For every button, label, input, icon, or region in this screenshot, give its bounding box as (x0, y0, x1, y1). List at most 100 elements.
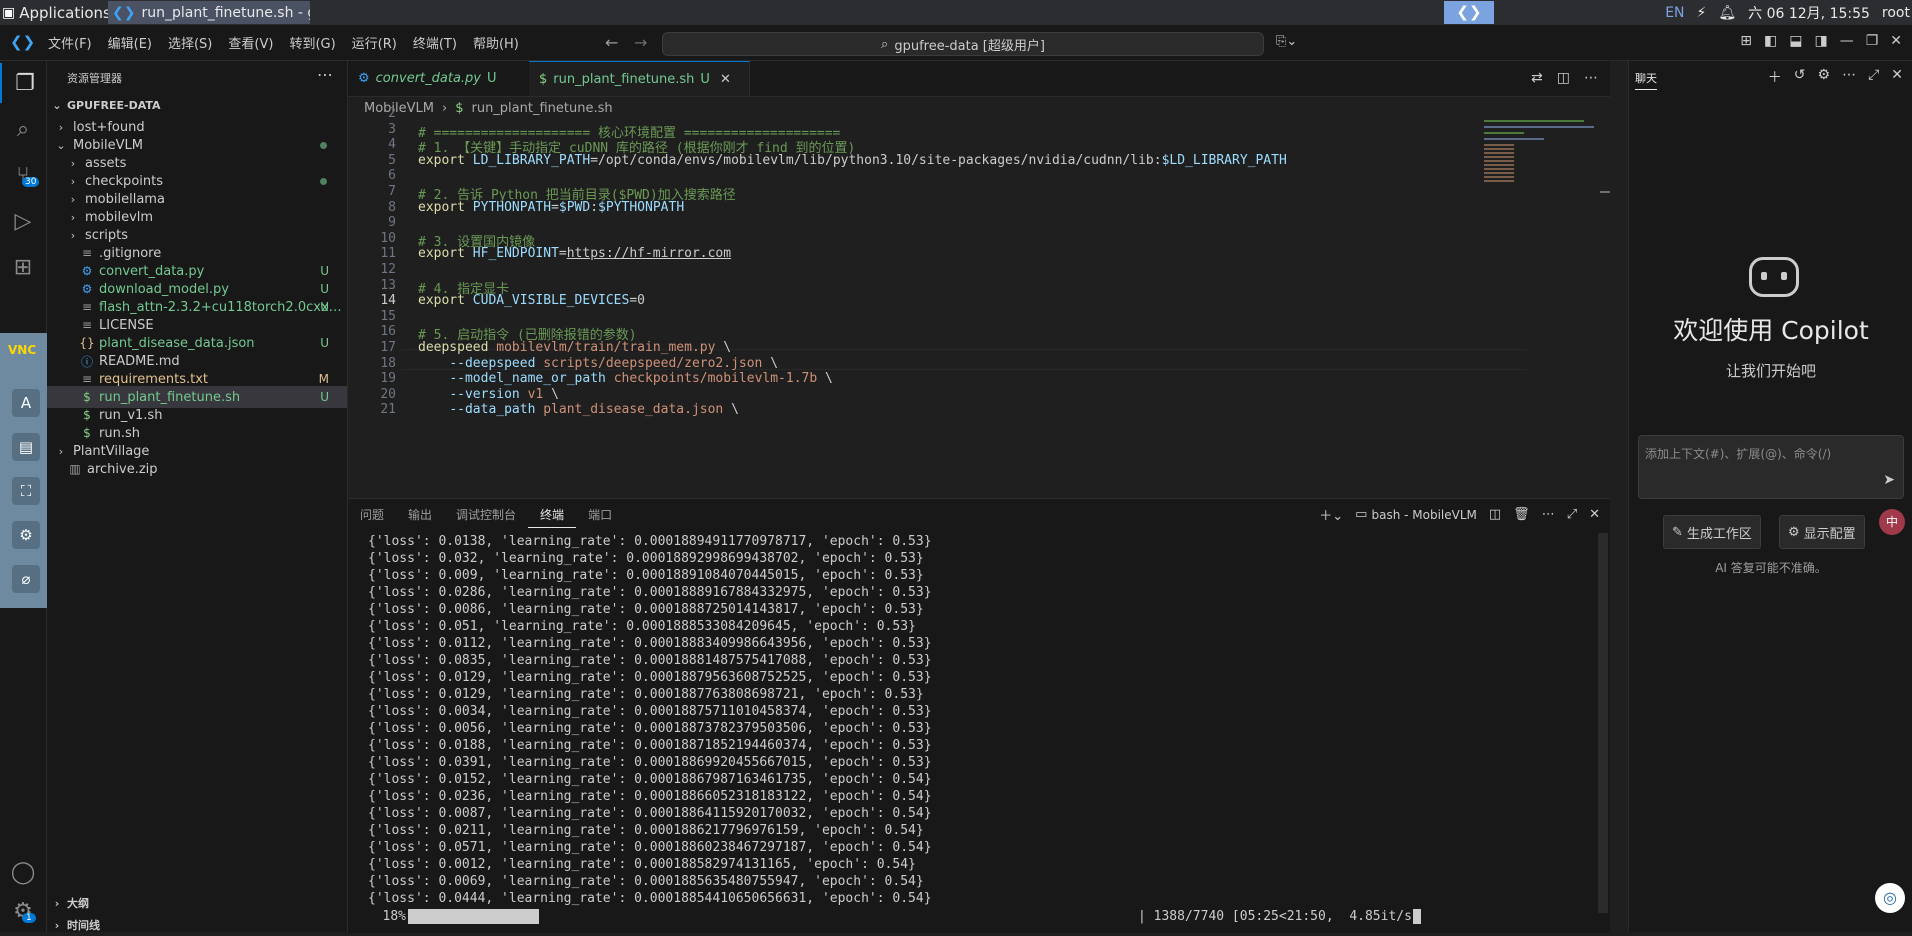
chevron-right-icon: › (70, 210, 76, 224)
minimap[interactable] (1482, 118, 1598, 218)
vscode-icon: ❮❯ (112, 4, 136, 21)
generate-workspace-button[interactable]: ✎ 生成工作区 (1663, 515, 1761, 549)
menu-item[interactable]: 文件(F) (40, 33, 100, 52)
menu-item[interactable]: 查看(V) (220, 33, 281, 52)
tab-label: run_plant_finetune.sh (553, 71, 695, 87)
taskbar-window-vscode[interactable]: ❮❯ run_plant_finetune.sh - g… (108, 1, 310, 24)
tree-item-label: lost+found (73, 119, 145, 135)
power-icon[interactable]: ⚡ (1697, 5, 1707, 21)
layout-customize-icon[interactable]: ⊞ (1740, 33, 1752, 49)
menu-item[interactable]: 编辑(E) (100, 33, 160, 52)
vnc-keyboard-icon[interactable]: A (12, 389, 40, 417)
terminal-selector[interactable]: ▭ bash - MobileVLM (1355, 507, 1477, 522)
toggle-panel-icon[interactable]: ⬓ (1789, 33, 1802, 49)
progress-percent: 18% (382, 909, 406, 924)
panel-more-icon[interactable]: ⋯ (1542, 507, 1555, 522)
tree-item-label: MobileVLM (73, 137, 143, 153)
editor-more-icon[interactable]: ⋯ (1584, 70, 1598, 86)
maximize-icon[interactable]: ⤢ (1868, 67, 1879, 87)
toggle-sidebar-icon[interactable]: ◧ (1764, 33, 1777, 49)
panel-tab[interactable]: 问题 (348, 506, 396, 523)
forward-arrow-icon[interactable]: → (634, 33, 647, 52)
code-token: \ (543, 386, 559, 402)
code-token: --data_path (449, 402, 536, 418)
menu-item[interactable]: 帮助(H) (465, 33, 527, 52)
terminal-scrollbar[interactable] (1598, 533, 1608, 913)
code-token: https://hf-mirror.com (566, 246, 732, 262)
close-tab-icon[interactable]: ✕ (720, 72, 731, 87)
vnc-clipboard-icon[interactable]: ▤ (12, 433, 40, 461)
taskbar-active-indicator[interactable]: ❮❯ (1444, 1, 1494, 24)
outline-section[interactable]: › 大纲 (47, 892, 347, 914)
account-icon[interactable]: ◯ (0, 852, 46, 892)
close-panel-icon[interactable]: ✕ (1589, 507, 1600, 522)
more-actions-icon[interactable]: ⋯ (317, 65, 333, 84)
close-icon[interactable]: ✕ (1891, 67, 1903, 87)
assistant-bubble-icon[interactable]: ◎ (1875, 883, 1905, 913)
command-center-search[interactable]: ⌕ gpufree-data [超级用户] (662, 32, 1264, 56)
file-icon: ⚙ (81, 282, 93, 296)
toggle-secondary-sidebar-icon[interactable]: ◨ (1814, 33, 1827, 49)
search-icon[interactable]: ⌕ (0, 109, 46, 149)
applications-menu[interactable]: ▣ Applications (0, 0, 111, 25)
split-editor-icon[interactable]: ◫ (1557, 70, 1570, 86)
kill-terminal-icon[interactable]: 🗑︎ (1513, 507, 1530, 522)
back-arrow-icon[interactable]: ← (605, 33, 618, 52)
chat-more-icon[interactable]: ⋯ (1842, 67, 1856, 87)
menu-item[interactable]: 选择(S) (160, 33, 220, 52)
minimize-icon[interactable]: — (1840, 33, 1854, 49)
timeline-section[interactable]: › 时间线 (47, 914, 347, 936)
run-debug-icon[interactable]: ▷ (0, 201, 46, 241)
new-terminal-icon[interactable]: ＋⌄ (1319, 505, 1343, 524)
user-name[interactable]: root (1882, 5, 1910, 21)
vnc-settings-icon[interactable]: ⚙ (12, 521, 40, 549)
new-chat-icon[interactable]: ＋ (1768, 67, 1782, 87)
menu-item[interactable]: 转到(G) (281, 33, 343, 52)
code-token: = (558, 246, 567, 262)
panel-tab[interactable]: 端口 (576, 506, 624, 523)
panel-tab[interactable]: 调试控制台 (444, 506, 528, 523)
terminal-line: {'loss': 0.0236, 'learning_rate': 0.0001… (368, 789, 932, 804)
panel-tab[interactable]: 终端 (528, 506, 577, 528)
settings-gear-icon[interactable]: ⚙ 1 (0, 891, 46, 931)
menu-item[interactable]: 终端(T) (405, 33, 465, 52)
file-icon: ≡ (81, 300, 93, 314)
extensions-icon[interactable]: ⊞ (0, 247, 46, 287)
workspace-root[interactable]: ⌄ GPUFREE-DATA (47, 94, 347, 116)
tab-convert-data[interactable]: ⚙ convert_data.py U (348, 61, 530, 96)
show-config-button[interactable]: ⚙ 显示配置 (1779, 515, 1865, 549)
generate-workspace-label: 生成工作区 (1686, 526, 1752, 542)
avatar[interactable]: 中 (1879, 509, 1905, 535)
clock[interactable]: 六 06 12月, 15:55 (1748, 3, 1870, 23)
lang-indicator[interactable]: EN (1665, 5, 1684, 21)
vnc-disconnect-icon[interactable]: ⌀ (12, 565, 40, 593)
close-window-icon[interactable]: ✕ (1890, 33, 1902, 49)
copilot-menu-icon[interactable]: ⎘⌄ (1276, 34, 1297, 49)
breadcrumb-file[interactable]: run_plant_finetune.sh (471, 101, 612, 116)
split-terminal-icon[interactable]: ◫ (1489, 507, 1501, 522)
tree-item[interactable]: ▥ archive.zip (47, 458, 347, 480)
bell-icon[interactable]: 🔔︎ (1718, 5, 1736, 21)
send-icon[interactable]: ➤ (1883, 472, 1895, 488)
shell-file-icon: $ (455, 100, 464, 116)
vscode-title-bar: ❮❯ 文件(F) 编辑(E) 选择(S) 查看(V) 转到(G) 运行(R) 终端(T) 帮助… (0, 25, 1912, 61)
explorer-icon[interactable]: ❐ (0, 63, 48, 103)
chevron-right-icon: › (70, 192, 76, 206)
chat-title[interactable]: 聊天 (1635, 70, 1657, 90)
history-icon[interactable]: ↺ (1794, 67, 1806, 87)
line-number: 10 (380, 230, 396, 246)
maximize-panel-icon[interactable]: ⤢ (1567, 507, 1577, 522)
source-control-icon[interactable]: ⑂ 30 (0, 155, 46, 195)
chat-input[interactable]: 添加上下文(#)、扩展(@)、命令(/) ➤ (1638, 435, 1904, 499)
compare-icon[interactable]: ⇄ (1531, 70, 1543, 86)
restore-icon[interactable]: ❐ (1866, 33, 1879, 49)
terminal-line: {'loss': 0.0835, 'learning_rate': 0.0001… (368, 653, 932, 668)
terminal-output[interactable]: {'loss': 0.0138, 'learning_rate': 0.0001… (368, 533, 932, 907)
vnc-fullscreen-icon[interactable]: ⛶ (12, 477, 40, 505)
panel-tab[interactable]: 输出 (396, 506, 444, 523)
tab-run-plant-finetune[interactable]: $ run_plant_finetune.sh U ✕ (529, 61, 750, 96)
menu-item[interactable]: 运行(R) (344, 33, 405, 52)
gear-icon[interactable]: ⚙ (1818, 67, 1831, 87)
file-icon: ▥ (69, 462, 81, 476)
